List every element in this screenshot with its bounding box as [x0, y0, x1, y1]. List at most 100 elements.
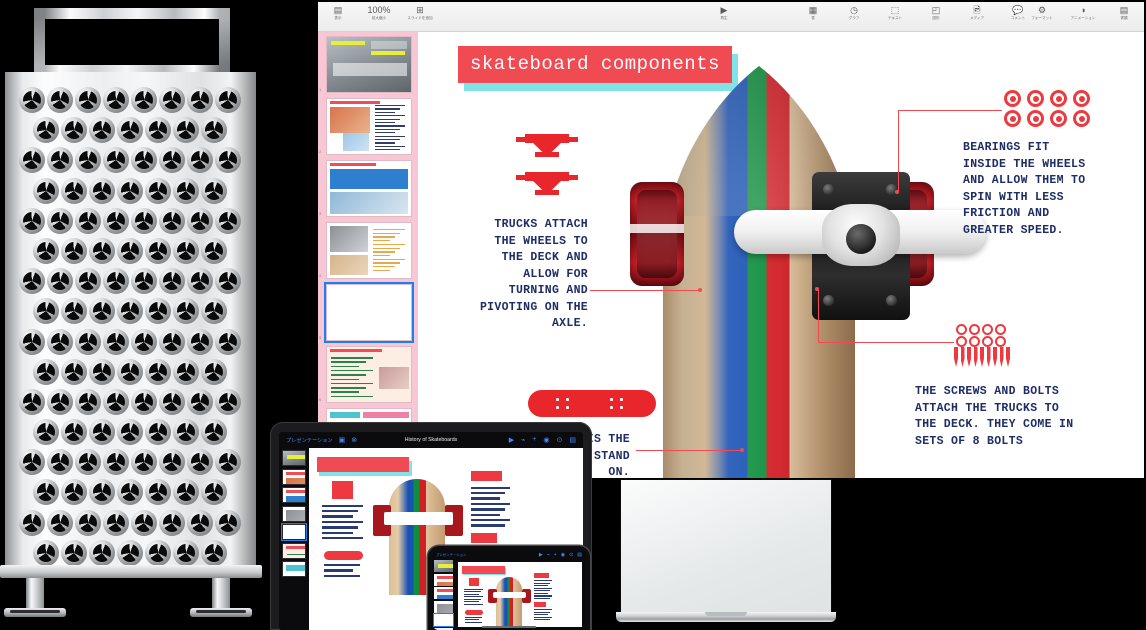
trucks-callout[interactable]: TRUCKS ATTACH THE WHEELS TO THE DECK AND… — [472, 217, 588, 333]
thumb-element — [343, 133, 369, 151]
slide-thumbnail[interactable] — [326, 222, 412, 279]
text-button[interactable]: ⬚ テキスト — [881, 5, 909, 21]
zoom-button[interactable]: 100% 拡大縮小 — [365, 5, 393, 21]
navigator-slide-5[interactable]: 5 — [319, 282, 414, 343]
thumb-element — [437, 589, 453, 592]
lattice-cell — [158, 509, 186, 539]
ipad-slide-thumbnail-6[interactable] — [282, 542, 306, 559]
bearings-callout[interactable]: BEARINGS FIT INSIDE THE WHEELS AND ALLOW… — [963, 140, 1098, 239]
ipad-document-title: History of Skateboards — [404, 437, 458, 443]
mini-board — [495, 576, 523, 627]
slide-canvas[interactable]: skateboard components TRUCKS ATTACH THE … — [418, 32, 1144, 478]
screws-callout[interactable]: THE SCREWS AND BOLTS ATTACH THE TRUCKS T… — [915, 384, 1080, 450]
slide-number: 6 — [319, 397, 322, 402]
shape-icon: ◰ — [931, 5, 941, 15]
ipad-slide-navigator[interactable] — [279, 448, 309, 630]
iphone-slide-thumbnail-5[interactable] — [433, 613, 454, 627]
ipad-slide-thumbnail-4[interactable] — [282, 505, 306, 522]
ipad-slide-thumbnail-7[interactable] — [282, 561, 306, 577]
iphone-toolbar[interactable]: プレゼンテーション ▶ ⌁ + ◉ ⊙ ▤ — [432, 550, 586, 559]
iphone-toolbar-actions[interactable]: ▶ ⌁ + ◉ ⊙ ▤ — [539, 552, 582, 558]
media-button[interactable]: 🖻 メディア — [963, 5, 991, 21]
iphone-slide-thumbnail-1[interactable] — [434, 560, 453, 572]
navigator-slide-3[interactable]: 3 — [319, 160, 412, 217]
slide-thumbnail[interactable] — [326, 160, 412, 217]
mini-text-line — [534, 592, 548, 594]
mini-text-line — [464, 603, 484, 605]
toolbar-left-group[interactable]: ▤ 表示 100% 拡大縮小 ⊞ スライドを追加 — [324, 5, 434, 21]
lattice-cell — [130, 86, 158, 116]
thumb-element — [331, 41, 365, 45]
iphone-slide-navigator[interactable] — [432, 559, 456, 630]
lattice-row — [32, 478, 244, 508]
document-icon: ▤ — [1119, 5, 1129, 15]
bolt-icon — [1006, 347, 1010, 367]
thumb-element — [373, 262, 400, 264]
toolbar-inspector-group[interactable]: ⚙ フォーマット ◑ アニメーション ▤ 書類 — [1028, 5, 1138, 21]
toolbar-play-group[interactable]: ▶ 再生 — [710, 5, 738, 21]
thumb-element — [331, 391, 359, 393]
lattice-cell — [102, 207, 130, 237]
ipad-slide-thumbnail-5[interactable] — [281, 523, 307, 541]
bolt-icon — [967, 347, 971, 367]
add-icon[interactable]: + — [554, 552, 557, 558]
animate-button[interactable]: ◑ アニメーション — [1069, 5, 1097, 21]
slide-thumbnail[interactable] — [326, 98, 412, 155]
help-icon[interactable]: ⊙ — [569, 552, 573, 558]
iphone-slide-canvas[interactable] — [458, 562, 582, 627]
lattice-grille — [18, 86, 244, 566]
lattice-cell — [186, 207, 214, 237]
navigator-slide-6[interactable]: 6 — [319, 346, 412, 403]
macbook-notch — [705, 612, 747, 616]
mini-screws-icon — [534, 601, 547, 607]
iphone-slide-thumbnail-4[interactable] — [434, 600, 453, 613]
macbook-device — [616, 479, 836, 630]
navigator-slide-2[interactable]: 2 — [319, 98, 412, 155]
ipad-slide-thumbnail-1[interactable] — [282, 450, 306, 466]
lattice-cell — [46, 86, 74, 116]
mini-title-bar — [316, 457, 410, 473]
navigator-slide-4[interactable]: 4 — [319, 222, 412, 279]
lattice-cell — [186, 146, 214, 176]
lattice-cell — [102, 448, 130, 478]
thumb-element — [331, 361, 366, 363]
thumb-element — [330, 101, 380, 104]
animate-icon[interactable]: ◉ — [561, 552, 565, 558]
slide-number: 3 — [319, 211, 322, 216]
chart-icon: ◷ — [850, 5, 858, 15]
chart-button[interactable]: ◷ グラフ — [840, 5, 868, 21]
toolbar-insert-group[interactable]: ▦ 表 ◷ グラフ ⬚ テキスト ◰ 図形 🖻 メディア 💬 コメント — [799, 5, 1032, 21]
slide-thumbnail[interactable] — [326, 346, 412, 403]
navigator-slide-1[interactable]: 1 — [319, 36, 412, 93]
document-button[interactable]: ▤ 書類 — [1110, 5, 1138, 21]
mini-text-line — [534, 616, 553, 618]
mini-text-line — [321, 510, 358, 513]
iphone-slide-thumbnail-2[interactable] — [434, 573, 453, 586]
slide-thumbnail[interactable] — [324, 282, 414, 343]
slide-thumbnail[interactable] — [326, 36, 412, 93]
iphone-device: プレゼンテーション ▶ ⌁ + ◉ ⊙ ▤ — [428, 546, 590, 630]
lattice-cell — [172, 237, 200, 267]
play-icon[interactable]: ▶ — [539, 552, 543, 558]
iphone-presentations-button[interactable]: プレゼンテーション — [436, 552, 466, 557]
pro-display-screen: ▤ 表示 100% 拡大縮小 ⊞ スライドを追加 ▶ 再生 ▦ 表 ◷ グラフ ⬚ テキスト ◰ 図形 🖻 メ… — [318, 2, 1144, 478]
ipad-toolbar[interactable]: プレゼンテーション ▣ ⊗ History of Skateboards ▶ ⌁… — [279, 432, 583, 448]
shape-button[interactable]: ◰ 図形 — [922, 5, 950, 21]
add-slide-button[interactable]: ⊞ スライドを追加 — [406, 5, 434, 21]
thumb-element — [371, 41, 407, 49]
more-icon[interactable]: ▤ — [577, 552, 582, 558]
iphone-slide-thumbnail-3[interactable] — [434, 587, 453, 599]
sidebar-button[interactable]: ▤ 表示 — [324, 5, 352, 21]
play-button[interactable]: ▶ 再生 — [710, 5, 738, 21]
ipad-slide-thumbnail-2[interactable] — [282, 468, 306, 485]
lattice-cell — [144, 358, 172, 388]
toolbar-button-label: 拡大縮小 — [371, 16, 387, 20]
lattice-cell — [130, 267, 158, 297]
slide-navigator[interactable]: 1234567 — [318, 32, 418, 478]
format-button[interactable]: ⚙ フォーマット — [1028, 5, 1056, 21]
table-button[interactable]: ▦ 表 — [799, 5, 827, 21]
mini-text-line — [534, 587, 553, 589]
paintbrush-icon[interactable]: ⌁ — [547, 552, 550, 558]
leader-stem-screws — [818, 290, 820, 343]
ipad-slide-thumbnail-3[interactable] — [282, 487, 306, 503]
